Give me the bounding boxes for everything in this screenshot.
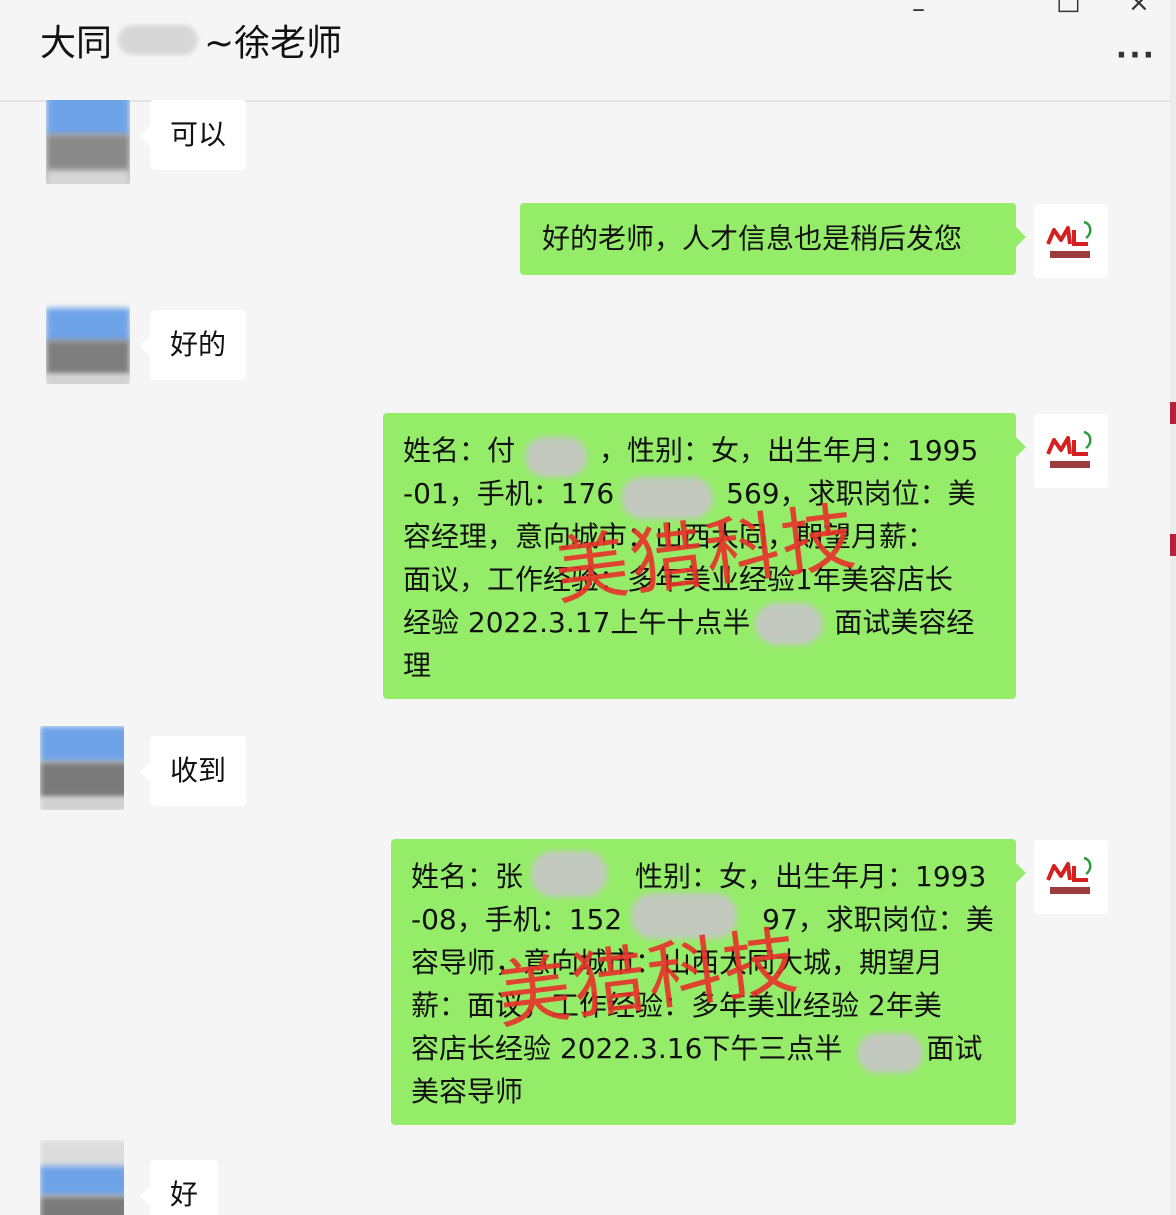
- message-bubble[interactable]: 好的老师，人才信息也是稍后发您: [520, 203, 1026, 275]
- redaction-blur: [531, 851, 607, 897]
- meilie-logo-icon: [1046, 220, 1092, 258]
- edge-marker: [1170, 534, 1176, 556]
- my-avatar[interactable]: [1034, 414, 1108, 488]
- message-bubble[interactable]: 姓名：付 ，性别：女，出生年月：1995 -01，手机：176 569，求职岗位…: [383, 413, 1026, 699]
- my-avatar[interactable]: [1034, 204, 1108, 278]
- message-line: 经验 2022.3.17上午十点半 面试美容经: [403, 606, 975, 639]
- chat-window: 大同 ~徐老师 – □ × ··· 可以 好的老师，人才信息也是稍后发您 好的 …: [0, 0, 1176, 1215]
- my-avatar[interactable]: [1034, 840, 1108, 914]
- redaction-blur: [755, 603, 823, 645]
- meilie-logo-icon: [1046, 856, 1092, 894]
- minimize-icon[interactable]: –: [912, 0, 925, 24]
- message-line: 姓名：张 性别：女，出生年月：1993: [411, 860, 987, 893]
- contact-avatar[interactable]: [40, 1140, 124, 1215]
- redaction-blur: [525, 437, 587, 477]
- chat-title-prefix: 大同: [40, 23, 113, 64]
- message-bubble[interactable]: 姓名：张 性别：女，出生年月：1993 -08，手机：152 97，求职岗位：美…: [391, 839, 1026, 1125]
- message-text: 好的老师，人才信息也是稍后发您: [542, 222, 963, 255]
- edge-marker: [1170, 402, 1176, 424]
- message-text: 好: [170, 1178, 199, 1211]
- maximize-icon[interactable]: □: [1056, 0, 1081, 16]
- contact-avatar[interactable]: [46, 300, 130, 384]
- chat-title-suffix: ~徐老师: [204, 23, 343, 64]
- message-line: 姓名：付 ，性别：女，出生年月：1995: [403, 434, 979, 467]
- window-edge: [1170, 0, 1176, 1215]
- message-line: 理: [403, 649, 432, 682]
- message-line: 美容导师: [411, 1075, 524, 1108]
- contact-avatar[interactable]: [46, 100, 130, 184]
- message-bubble[interactable]: 收到: [139, 736, 247, 806]
- redacted-name: [118, 25, 199, 55]
- contact-avatar[interactable]: [40, 726, 124, 810]
- close-icon[interactable]: ×: [1128, 0, 1150, 18]
- message-text: 可以: [170, 118, 227, 151]
- redaction-blur: [857, 1033, 923, 1073]
- message-bubble[interactable]: 好: [139, 1160, 219, 1215]
- more-icon[interactable]: ···: [1116, 38, 1156, 73]
- meilie-logo-icon: [1046, 430, 1092, 468]
- message-bubble[interactable]: 好的: [139, 310, 247, 380]
- message-bubble[interactable]: 可以: [139, 100, 247, 170]
- message-text: 好的: [170, 328, 227, 361]
- chat-header: 大同 ~徐老师 – □ × ···: [0, 0, 1176, 102]
- message-text: 收到: [170, 754, 227, 787]
- chat-title: 大同 ~徐老师: [40, 14, 342, 66]
